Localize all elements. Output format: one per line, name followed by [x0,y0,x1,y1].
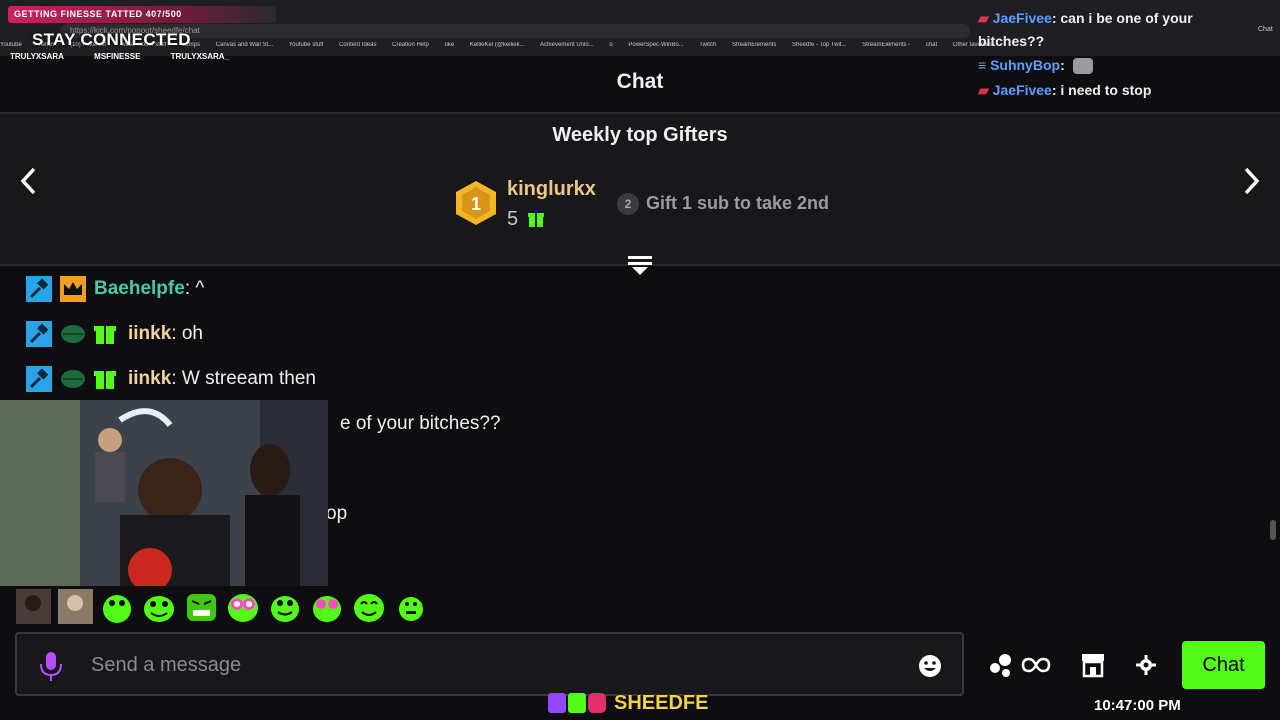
emote-frog-pink-eyes-icon[interactable] [310,589,345,624]
chat-username[interactable]: iinkk [128,323,171,345]
platform-logos-icon [548,693,606,713]
twitter-handle: TRULYXSARA_ [170,52,230,61]
moderator-hammer-icon [26,321,52,347]
infinity-icon[interactable] [1021,655,1051,680]
chat-username[interactable]: iinkk [128,368,171,390]
chat-message: iinkk : oh [26,320,203,348]
chat-message: iinkk : W streeam then [26,365,316,393]
scrollbar[interactable] [1270,520,1276,540]
leaf-badge-icon [60,366,86,392]
overlay-chat-line: bitches?? [978,33,1044,49]
chat-text: e of your bitches?? [340,413,501,434]
chat-message: op [326,500,347,528]
stay-connected-text: STAY CONNECTED [32,30,191,49]
store-icon[interactable] [1080,652,1106,683]
rank-one-number: 1 [471,194,481,214]
bookmark[interactable]: StreamElements - [862,42,910,48]
bookmark[interactable]: PowerSpec-WinBo... [628,42,683,48]
emote-bar [16,586,429,626]
chat-text: : ^ [184,278,205,299]
streamer-name: SHEEDFE [614,691,709,714]
gift-icon [528,210,544,233]
chat-message: Baehelpfe : ^ [26,275,204,303]
bookmark[interactable]: Youtube [0,42,22,48]
bookmark[interactable]: Achievement Unlo... [540,42,594,48]
emote-frog-sad-icon[interactable] [394,589,429,624]
overlay-chat-text: : can i be one of your [1051,10,1193,26]
chat-username[interactable]: Baehelpfe [94,278,185,300]
bookmark[interactable]: uke [444,42,454,48]
bookmark[interactable]: KellieKel (@kelliek... [470,42,525,48]
moderator-hammer-icon [26,276,52,302]
streamer-brand: SHEEDFE [548,690,708,716]
bookmark[interactable]: Content Ideas [339,42,376,48]
top-gifter-name[interactable]: kinglurkx [507,178,596,201]
socials-bar: TRULYXSARA MSFINESSE TRULYXSARA_ [10,52,257,61]
gift-prompt: Gift 1 sub to take 2nd [646,193,830,213]
overlay-chat-text: bitches?? [978,33,1045,49]
emote-avatar-two[interactable] [58,588,93,624]
sub-badge-icon: ▰ [978,82,989,98]
leaf-badge-icon [60,321,86,347]
overlay-chat-text: : i need to stop [1051,82,1152,98]
overlay-chat-username: JaeFivee [992,82,1052,98]
gifters-title: Weekly top Gifters [552,124,728,146]
microphone-icon[interactable] [37,648,65,689]
overlay-chat-line: ▰ JaeFivee: can i be one of your [978,10,1193,27]
overlay-chat-username: JaeFivee [992,10,1052,26]
gear-icon[interactable] [1136,655,1156,680]
emote-frog-grin-icon[interactable] [268,589,303,624]
emote-frog-icon[interactable] [100,589,135,624]
emote-frog-smile-icon[interactable] [142,589,177,624]
browser-tab-label[interactable]: Chat [1258,26,1273,33]
bars-badge-icon: ≡ [978,57,987,73]
overlay-chat-line: ▰ JaeFivee: i need to stop [978,82,1151,99]
webcam-feed [0,400,328,586]
rank-one-badge: 1 [455,180,497,226]
overlay-chat-username: SuhnyBop [990,57,1061,73]
goal-banner: GETTING FINESSE TATTED 407/500 [8,6,276,23]
overlay-chat-line: ≡ SuhnyBop: [978,57,1093,75]
bookmark[interactable]: Youtube stuff [289,42,324,48]
crown-icon [60,276,86,302]
gift-icon [94,366,120,392]
sub-badge-icon: ▰ [978,10,989,26]
rank-two-badge: 2 [617,193,639,215]
moderator-hammer-icon [26,366,52,392]
chat-text: op [326,503,348,524]
message-placeholder: Send a message [91,654,242,676]
bookmark[interactable]: StreamElements [732,42,776,48]
youtube-handle: MSFINESSE [94,52,141,61]
overlay-chat-text: : [1060,57,1065,73]
bookmark[interactable]: chat [926,42,937,48]
chevron-left-icon[interactable] [18,166,40,204]
emote-frog-glasses-icon[interactable] [226,589,261,624]
send-chat-button[interactable]: Chat [1182,641,1265,689]
emote-frog-happy-icon[interactable] [352,589,387,624]
emote-frog-angry-icon[interactable] [184,589,219,624]
bookmark[interactable]: Canvas and Wall St... [216,42,273,48]
cat-emote-icon [1072,58,1093,75]
gift-icon [94,321,120,347]
collapse-icon[interactable] [626,254,654,276]
instagram-handle: TRULYXSARA [10,52,64,61]
top-gifter-count: 5 [507,208,519,230]
emote-avatar-one[interactable] [16,588,51,624]
clock: 10:47:00 PM [1094,697,1181,714]
bookmark[interactable]: Sheedfe - Top Twit... [792,42,846,48]
predictions-icon[interactable] [989,652,1017,683]
chat-text: : oh [171,323,204,344]
chevron-right-icon[interactable] [1240,166,1262,204]
address-bar[interactable]: https://kick.com/popout/sheedfe/chat [60,24,970,38]
bookmark[interactable]: Creation Help [392,42,429,48]
chat-text: : W streeam then [171,368,316,389]
bookmark[interactable]: o [609,42,612,48]
emoji-icon[interactable] [918,654,942,683]
bookmark[interactable]: Twitch [699,42,716,48]
chat-message: e of your bitches?? [340,410,501,438]
